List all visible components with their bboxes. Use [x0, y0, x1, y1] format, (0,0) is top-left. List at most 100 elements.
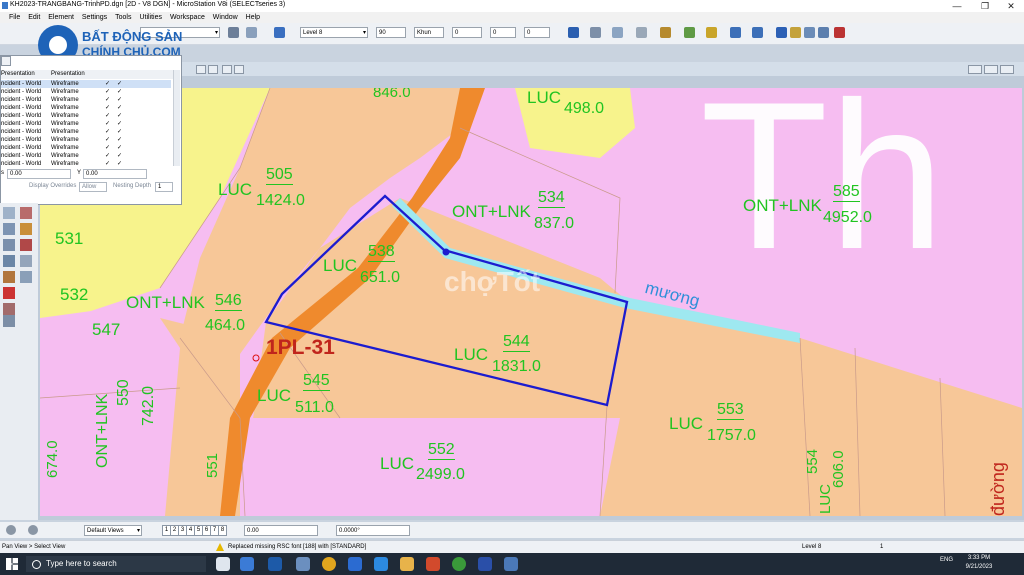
- manipulate-tool-icon[interactable]: [3, 303, 15, 315]
- checkmark-icon[interactable]: ✓: [105, 88, 110, 96]
- view-8-button[interactable]: 8: [218, 525, 227, 536]
- microstation-taskbar-icon[interactable]: [504, 557, 518, 571]
- accudraw-icon[interactable]: [752, 27, 763, 38]
- raster-icon[interactable]: [612, 27, 623, 38]
- app-icon[interactable]: [478, 557, 492, 571]
- view-attribute-row[interactable]: ncident - World Wireframe ✓ ✓: [1, 96, 171, 104]
- level-combo[interactable]: Level 8 ▾: [300, 27, 368, 38]
- checkmark-icon[interactable]: ✓: [105, 96, 110, 104]
- view-attribute-row[interactable]: ncident - World Wireframe ✓ ✓: [1, 152, 171, 160]
- zoom-icon[interactable]: [222, 65, 232, 74]
- stop-icon[interactable]: [834, 27, 845, 38]
- close-button[interactable]: ✕: [998, 0, 1024, 12]
- maximize-button[interactable]: ❐: [972, 0, 998, 12]
- back-icon[interactable]: [6, 525, 16, 535]
- panel-scrollbar[interactable]: [173, 70, 180, 166]
- view-attribute-row[interactable]: ncident - World Wireframe ✓ ✓: [1, 80, 171, 88]
- cells-icon[interactable]: [706, 27, 717, 38]
- app-icon[interactable]: [296, 557, 310, 571]
- checkmark-icon[interactable]: ✓: [117, 128, 122, 136]
- text-tool-icon[interactable]: [20, 207, 32, 219]
- saved-views-icon[interactable]: [660, 27, 671, 38]
- checkmark-icon[interactable]: ✓: [117, 136, 122, 144]
- cell-tool-icon[interactable]: [20, 255, 32, 267]
- circle-tool-icon[interactable]: [20, 239, 32, 251]
- menu-utilities[interactable]: Utilities: [139, 12, 162, 23]
- view-tool-icon[interactable]: [196, 65, 206, 74]
- x-field[interactable]: 0.00: [7, 169, 71, 179]
- checkmark-icon[interactable]: ✓: [117, 160, 122, 168]
- fit-view-icon[interactable]: [234, 65, 244, 74]
- view-attribute-row[interactable]: ncident - World Wireframe ✓ ✓: [1, 144, 171, 152]
- checkmark-icon[interactable]: ✓: [117, 96, 122, 104]
- view-attribute-row[interactable]: ncident - World Wireframe ✓ ✓: [1, 120, 171, 128]
- menu-edit[interactable]: Edit: [28, 12, 40, 23]
- active-level-status[interactable]: Level 8: [802, 544, 821, 550]
- checkmark-icon[interactable]: ✓: [105, 120, 110, 128]
- minimize-button[interactable]: —: [944, 0, 970, 12]
- linestyle-combo[interactable]: Khun: [414, 27, 444, 38]
- app-icon[interactable]: [240, 557, 254, 571]
- checkmark-icon[interactable]: ✓: [105, 160, 110, 168]
- app-icon[interactable]: [426, 557, 440, 571]
- checkmark-icon[interactable]: ✓: [117, 152, 122, 160]
- view-attribute-row[interactable]: ncident - World Wireframe ✓ ✓: [1, 112, 171, 120]
- windows-start-icon[interactable]: [6, 558, 18, 570]
- app-icon[interactable]: [268, 557, 282, 571]
- checkmark-icon[interactable]: ✓: [105, 80, 110, 88]
- checkmark-icon[interactable]: ✓: [105, 152, 110, 160]
- chrome-icon[interactable]: [452, 557, 466, 571]
- fence-tool-icon[interactable]: [3, 255, 15, 267]
- language-indicator[interactable]: ENG: [940, 557, 953, 563]
- task-icon[interactable]: [804, 27, 815, 38]
- view-maximize-button[interactable]: [984, 65, 998, 74]
- level-manager-icon[interactable]: [274, 27, 285, 38]
- view-attribute-row[interactable]: ncident - World Wireframe ✓ ✓: [1, 128, 171, 136]
- info-icon[interactable]: [776, 27, 787, 38]
- menu-help[interactable]: Help: [246, 12, 260, 23]
- coordinate-field-1[interactable]: 0.00: [244, 525, 318, 536]
- weight-combo[interactable]: 0: [452, 27, 482, 38]
- app-icon[interactable]: [348, 557, 362, 571]
- clock-time[interactable]: 3:33 PM: [962, 555, 996, 561]
- dimension-tool-icon[interactable]: [20, 271, 32, 283]
- nesting-depth-field[interactable]: 1: [155, 182, 173, 192]
- arc-tool-icon[interactable]: [3, 239, 15, 251]
- menu-window[interactable]: Window: [213, 12, 238, 23]
- menu-workspace[interactable]: Workspace: [170, 12, 205, 23]
- models-icon[interactable]: [636, 27, 647, 38]
- priority-combo[interactable]: 0: [524, 27, 550, 38]
- checkmark-icon[interactable]: ✓: [117, 88, 122, 96]
- delete-tool-icon[interactable]: [3, 287, 15, 299]
- checkmark-icon[interactable]: ✓: [117, 112, 122, 120]
- folder-icon[interactable]: [400, 557, 414, 571]
- checkmark-icon[interactable]: ✓: [105, 112, 110, 120]
- checkmark-icon[interactable]: ✓: [117, 144, 122, 152]
- view-attribute-row[interactable]: ncident - World Wireframe ✓ ✓: [1, 104, 171, 112]
- view-attribute-row[interactable]: ncident - World Wireframe ✓ ✓: [1, 88, 171, 96]
- checkmark-icon[interactable]: ✓: [117, 120, 122, 128]
- y-field[interactable]: 0.00: [83, 169, 147, 179]
- view-minimize-button[interactable]: [968, 65, 982, 74]
- checkmark-icon[interactable]: ✓: [117, 80, 122, 88]
- view-icon[interactable]: [568, 27, 579, 38]
- references-icon[interactable]: [590, 27, 601, 38]
- vertex-handle[interactable]: [442, 248, 450, 256]
- measure-tool-icon[interactable]: [3, 271, 15, 283]
- checkmark-icon[interactable]: ✓: [105, 128, 110, 136]
- cad-map-canvas[interactable]: Th LUC 498.0 846.0 LUC 505 1424.0 ONT+LN…: [40, 88, 1022, 516]
- modify-tool-icon[interactable]: [3, 315, 15, 327]
- line-tool-icon[interactable]: [3, 223, 15, 235]
- forward-icon[interactable]: [28, 525, 38, 535]
- layers-icon[interactable]: [684, 27, 695, 38]
- search-icon[interactable]: [790, 27, 801, 38]
- transparency-combo[interactable]: 0: [490, 27, 516, 38]
- brush-tool-icon[interactable]: [246, 27, 257, 38]
- select-tool-icon[interactable]: [3, 207, 15, 219]
- view-attribute-row[interactable]: ncident - World Wireframe ✓ ✓: [1, 136, 171, 144]
- polygon-tool-icon[interactable]: [20, 223, 32, 235]
- clock-date[interactable]: 9/21/2023: [962, 564, 996, 570]
- taskbar-search[interactable]: Type here to search: [26, 556, 206, 572]
- checkmark-icon[interactable]: ✓: [105, 144, 110, 152]
- chrome-icon[interactable]: [322, 557, 336, 571]
